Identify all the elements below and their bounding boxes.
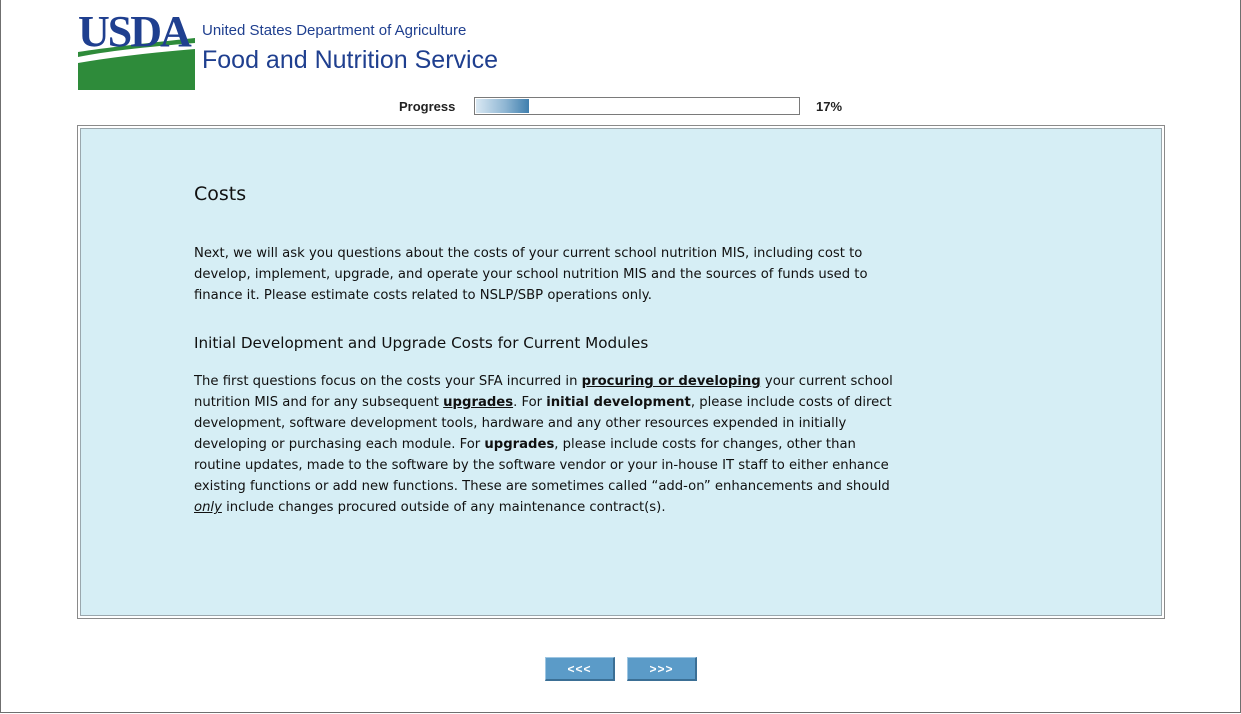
- next-button[interactable]: >>>: [627, 657, 697, 681]
- content-panel: Costs Next, we will ask you questions ab…: [77, 125, 1165, 619]
- department-name: United States Department of Agriculture: [202, 22, 467, 39]
- emphasis-only: only: [194, 500, 222, 515]
- body-text-6: include changes procured outside of any …: [221, 500, 666, 515]
- progress-percent: 17%: [816, 99, 843, 114]
- progress-bar-fill: [476, 99, 530, 113]
- logo-usda-text: USDA: [78, 7, 192, 56]
- section-title: Initial Development and Upgrade Costs fo…: [194, 334, 649, 352]
- progress-bar: [474, 97, 800, 115]
- progress-label: Progress: [399, 99, 456, 114]
- content-body: Costs Next, we will ask you questions ab…: [194, 183, 894, 518]
- usda-fns-logo: USDA United States Department of Agricul…: [78, 7, 518, 90]
- page-title: Costs: [194, 183, 247, 205]
- body-text-3: . For: [513, 395, 547, 410]
- agency-name: Food and Nutrition Service: [202, 46, 498, 74]
- intro-paragraph: Next, we will ask you questions about th…: [194, 246, 868, 303]
- content-panel-inner: Costs Next, we will ask you questions ab…: [80, 128, 1162, 616]
- emphasis-upgrades-2: upgrades: [484, 437, 555, 452]
- body-text-1: The first questions focus on the costs y…: [194, 374, 582, 389]
- emphasis-upgrades: upgrades: [443, 395, 514, 410]
- emphasis-procuring: procuring or developing: [581, 374, 761, 389]
- emphasis-initial-development: initial development: [546, 395, 691, 410]
- section-paragraph: The first questions focus on the costs y…: [194, 371, 894, 518]
- back-button[interactable]: <<<: [545, 657, 615, 681]
